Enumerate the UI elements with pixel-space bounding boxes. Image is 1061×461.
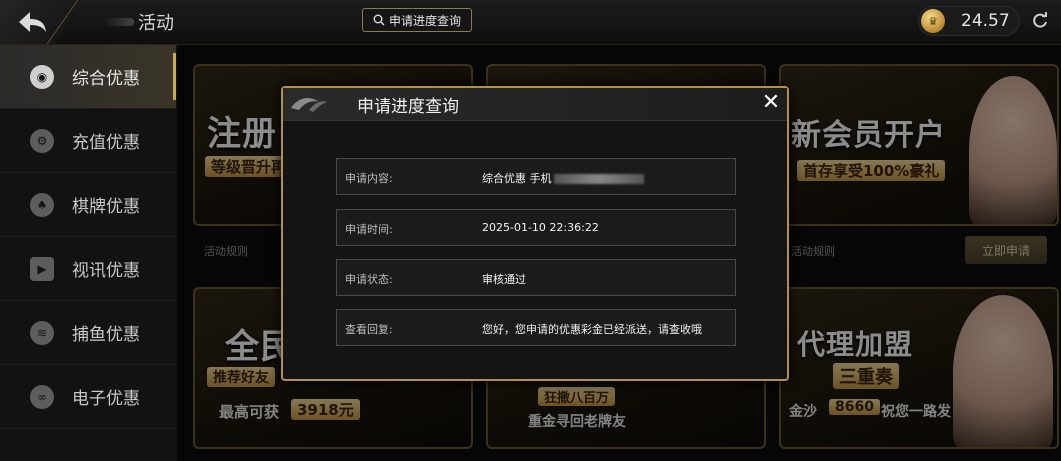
sidebar-item-label: 电子优惠 <box>72 389 140 409</box>
cards-icon: ♠ <box>30 192 54 217</box>
apply-time-label: 申请时间: <box>345 223 393 236</box>
sidebar: ◉ 综合优惠 ⚙ 充值优惠 ♠ 棋牌优惠 ▶ 视讯优惠 ≋ 捕鱼优惠 ∞ 电子优… <box>0 45 177 461</box>
page-title: 活动 <box>138 13 174 34</box>
balance-display: ♛ 24.57 <box>918 6 1020 36</box>
reply-row: 查看回复: 您好，您申请的优惠彩金已经派送，请查收哦 <box>336 309 736 346</box>
sidebar-item-label: 充值优惠 <box>72 133 140 153</box>
sidebar-item-video[interactable]: ▶ 视讯优惠 <box>0 237 176 301</box>
dialog-header: 申请进度查询 ✕ <box>283 88 787 121</box>
apply-status-row: 申请状态: 审核通过 <box>336 259 736 296</box>
sidebar-item-label: 捕鱼优惠 <box>72 325 140 345</box>
search-icon <box>373 14 385 26</box>
sidebar-item-recharge[interactable]: ⚙ 充值优惠 <box>0 109 176 173</box>
apply-time-value: 2025-01-10 22:36:22 <box>482 221 599 234</box>
sidebar-item-fishing[interactable]: ≋ 捕鱼优惠 <box>0 301 176 365</box>
apply-time-row: 申请时间: 2025-01-10 22:36:22 <box>336 209 736 246</box>
wing-logo-icon <box>291 98 327 112</box>
redacted-phone <box>553 174 644 184</box>
refresh-icon[interactable] <box>1030 11 1050 31</box>
back-arrow-icon <box>19 12 46 32</box>
dialog-title: 申请进度查询 <box>357 97 459 117</box>
sidebar-item-slots[interactable]: ∞ 电子优惠 <box>0 365 176 429</box>
gift-icon: ◉ <box>30 64 54 89</box>
slot-icon: ∞ <box>30 384 54 409</box>
balance-value: 24.57 <box>961 11 1010 31</box>
progress-query-label: 申请进度查询 <box>388 13 461 28</box>
sidebar-item-label: 视讯优惠 <box>72 261 140 281</box>
fish-icon: ≋ <box>30 320 54 345</box>
crown-coin-icon: ♛ <box>921 9 945 33</box>
apply-content-row: 申请内容: 综合优惠 手机 <box>336 158 736 195</box>
title-decoration <box>104 18 134 26</box>
video-icon: ▶ <box>30 256 54 281</box>
apply-content-text: 综合优惠 手机 <box>482 172 552 185</box>
progress-query-button[interactable]: 申请进度查询 <box>362 8 472 32</box>
apply-content-value: 综合优惠 手机 <box>482 170 644 186</box>
apply-status-label: 申请状态: <box>345 273 393 286</box>
sidebar-item-label: 棋牌优惠 <box>72 197 140 217</box>
reply-value: 您好，您申请的优惠彩金已经派送，请查收哦 <box>482 323 702 336</box>
reply-label: 查看回复: <box>345 323 393 336</box>
top-bar: 活动 申请进度查询 ♛ 24.57 <box>0 0 1061 45</box>
progress-query-dialog: 申请进度查询 ✕ 申请内容: 综合优惠 手机 申请时间: 2025-01-10 … <box>281 86 789 381</box>
sidebar-item-general[interactable]: ◉ 综合优惠 <box>0 45 176 109</box>
sidebar-item-label: 综合优惠 <box>72 69 140 89</box>
apply-status-value: 审核通过 <box>482 273 526 286</box>
close-icon[interactable]: ✕ <box>760 92 782 114</box>
recharge-icon: ⚙ <box>30 128 54 153</box>
apply-content-label: 申请内容: <box>345 172 393 185</box>
sidebar-item-cards[interactable]: ♠ 棋牌优惠 <box>0 173 176 237</box>
